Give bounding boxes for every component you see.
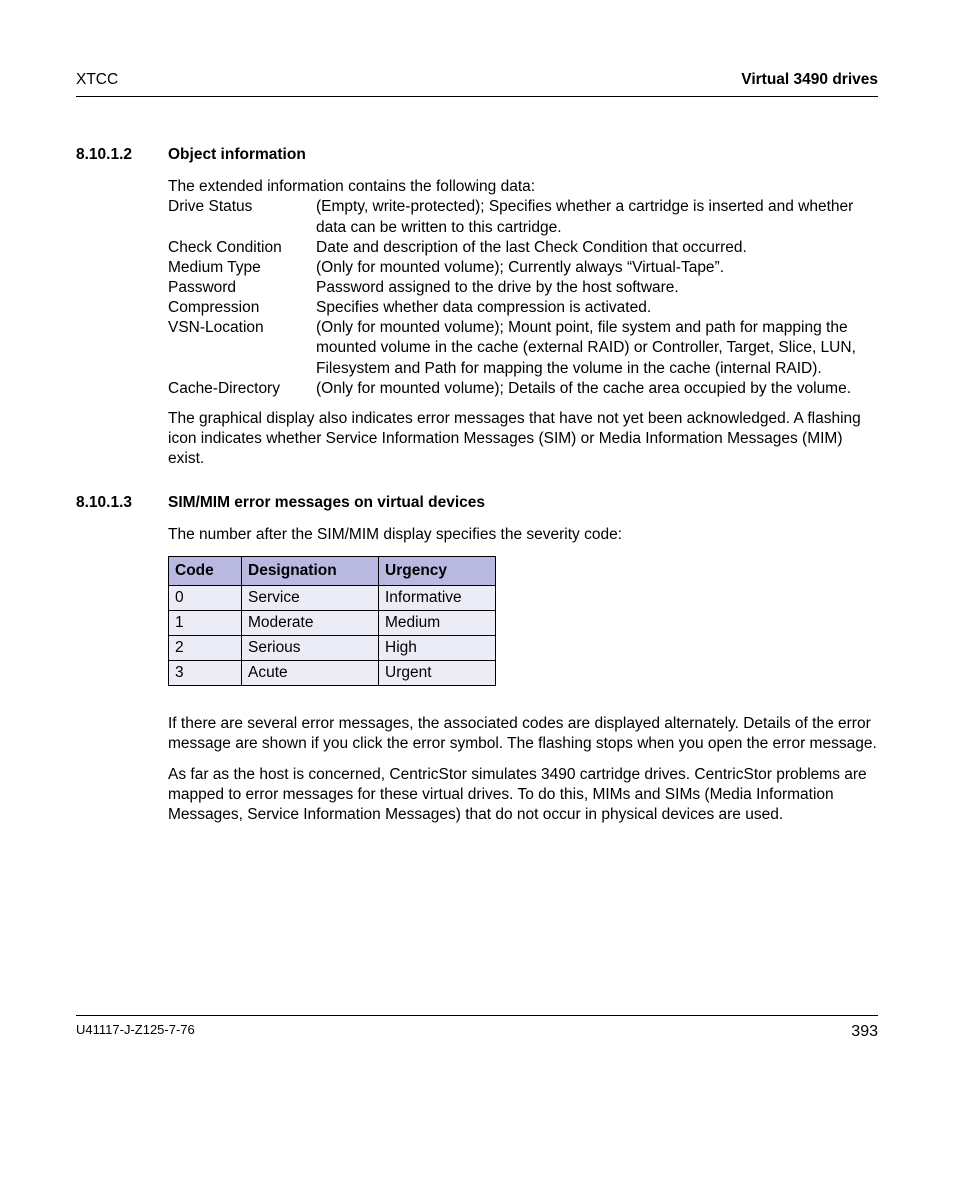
- def-desc: (Only for mounted volume); Details of th…: [316, 379, 878, 399]
- cell-urgency: Urgent: [379, 661, 496, 686]
- cell-designation: Serious: [242, 635, 379, 660]
- table-row: 2 Serious High: [169, 635, 496, 660]
- section-heading-2: 8.10.1.3 SIM/MIM error messages on virtu…: [76, 493, 878, 513]
- def-row: Check Condition Date and description of …: [168, 238, 878, 258]
- cell-urgency: Informative: [379, 585, 496, 610]
- def-term: VSN-Location: [168, 318, 316, 378]
- section-2-p1: If there are several error messages, the…: [168, 714, 878, 754]
- section-title: Object information: [168, 145, 306, 165]
- def-row: Compression Specifies whether data compr…: [168, 298, 878, 318]
- footer-left: U41117-J-Z125-7-76: [76, 1022, 195, 1043]
- def-desc: (Empty, write-protected); Specifies whet…: [316, 197, 878, 237]
- def-row: Cache-Directory (Only for mounted volume…: [168, 379, 878, 399]
- table-row: 3 Acute Urgent: [169, 661, 496, 686]
- def-desc: Specifies whether data compression is ac…: [316, 298, 878, 318]
- th-designation: Designation: [242, 556, 379, 585]
- cell-code: 3: [169, 661, 242, 686]
- section-heading-1: 8.10.1.2 Object information: [76, 145, 878, 165]
- cell-code: 2: [169, 635, 242, 660]
- cell-designation: Moderate: [242, 610, 379, 635]
- table-header-row: Code Designation Urgency: [169, 556, 496, 585]
- section-1-body: The extended information contains the fo…: [168, 177, 878, 469]
- def-desc: Password assigned to the drive by the ho…: [316, 278, 878, 298]
- def-term: Drive Status: [168, 197, 316, 237]
- def-term: Check Condition: [168, 238, 316, 258]
- section-number: 8.10.1.2: [76, 145, 168, 165]
- section-1-trailer: The graphical display also indicates err…: [168, 409, 878, 469]
- def-row: Drive Status (Empty, write-protected); S…: [168, 197, 878, 237]
- section-2-intro: The number after the SIM/MIM display spe…: [168, 525, 878, 545]
- def-term: Password: [168, 278, 316, 298]
- definition-list: Drive Status (Empty, write-protected); S…: [168, 197, 878, 398]
- cell-code: 0: [169, 585, 242, 610]
- section-1-intro: The extended information contains the fo…: [168, 177, 878, 197]
- cell-designation: Service: [242, 585, 379, 610]
- def-row: Password Password assigned to the drive …: [168, 278, 878, 298]
- section-title: SIM/MIM error messages on virtual device…: [168, 493, 485, 513]
- page-footer: U41117-J-Z125-7-76 393: [76, 1015, 878, 1043]
- th-code: Code: [169, 556, 242, 585]
- def-desc: (Only for mounted volume); Currently alw…: [316, 258, 878, 278]
- section-2-body: The number after the SIM/MIM display spe…: [168, 525, 878, 825]
- def-row: VSN-Location (Only for mounted volume); …: [168, 318, 878, 378]
- cell-urgency: Medium: [379, 610, 496, 635]
- footer-page-number: 393: [851, 1022, 878, 1043]
- th-urgency: Urgency: [379, 556, 496, 585]
- def-row: Medium Type (Only for mounted volume); C…: [168, 258, 878, 278]
- table-row: 1 Moderate Medium: [169, 610, 496, 635]
- cell-designation: Acute: [242, 661, 379, 686]
- def-desc: Date and description of the last Check C…: [316, 238, 878, 258]
- section-number: 8.10.1.3: [76, 493, 168, 513]
- def-term: Compression: [168, 298, 316, 318]
- cell-code: 1: [169, 610, 242, 635]
- cell-urgency: High: [379, 635, 496, 660]
- def-term: Medium Type: [168, 258, 316, 278]
- header-right: Virtual 3490 drives: [741, 70, 878, 90]
- def-desc: (Only for mounted volume); Mount point, …: [316, 318, 878, 378]
- section-2-p2: As far as the host is concerned, Centric…: [168, 765, 878, 825]
- page-header: XTCC Virtual 3490 drives: [76, 70, 878, 97]
- def-term: Cache-Directory: [168, 379, 316, 399]
- table-row: 0 Service Informative: [169, 585, 496, 610]
- header-left: XTCC: [76, 70, 118, 90]
- severity-table: Code Designation Urgency 0 Service Infor…: [168, 556, 496, 687]
